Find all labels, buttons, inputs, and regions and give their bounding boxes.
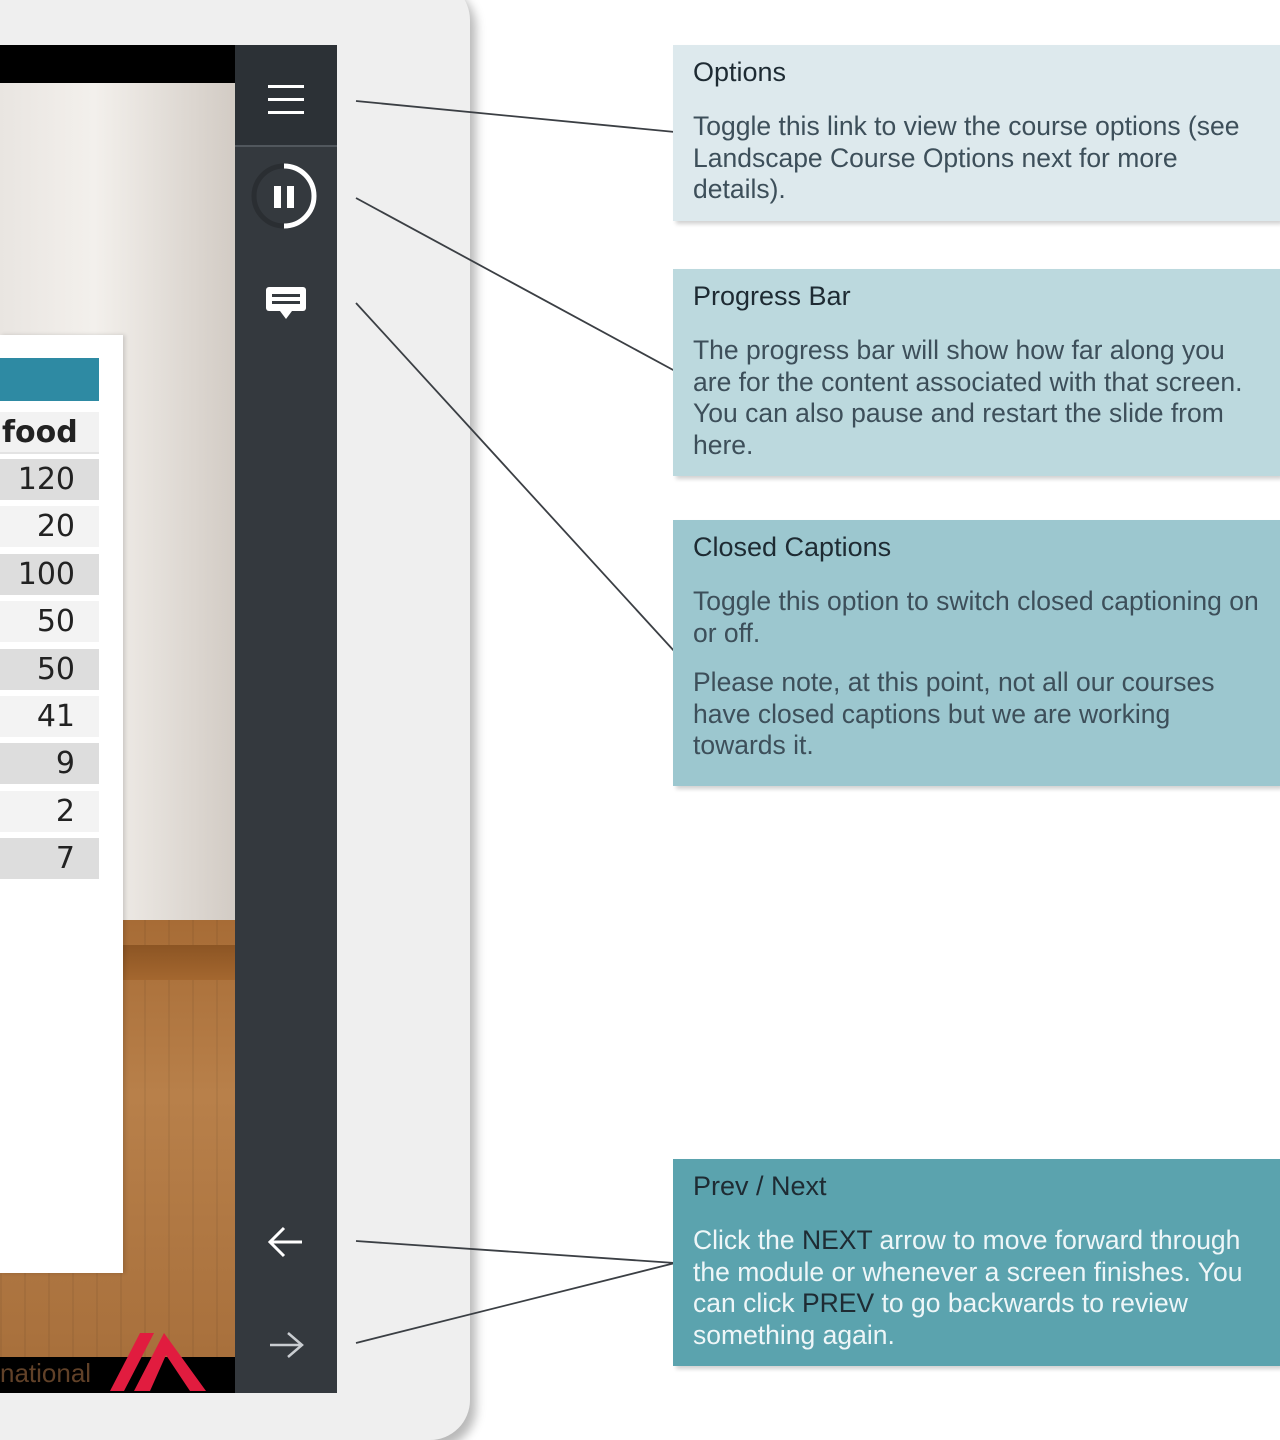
progress-pause-button[interactable] [235, 158, 337, 234]
table-body: 120 20 100 50 50 41 9 2 7 [0, 459, 99, 886]
next-button[interactable] [235, 1323, 337, 1367]
closed-captions-button[interactable] [235, 283, 337, 323]
options-callout-text: Toggle this link to view the course opti… [693, 111, 1240, 204]
arrow-left-icon [267, 1226, 302, 1258]
menu-icon [268, 85, 304, 114]
logo-mark-icon [110, 1333, 206, 1391]
menu-button[interactable] [235, 75, 337, 125]
captions-callout-text-1: Toggle this option to switch closed capt… [693, 586, 1259, 648]
table-row: 100 [0, 553, 99, 595]
logo-text: national [0, 1358, 92, 1388]
table-row: 7 [0, 838, 99, 880]
prev-button[interactable] [235, 1220, 337, 1264]
table-row: 120 [0, 459, 99, 500]
captions-icon [266, 287, 306, 319]
table-row: 50 [0, 648, 99, 690]
arrow-right-icon [270, 1332, 304, 1358]
captions-callout: Closed Captions Toggle this option to sw… [673, 520, 1280, 786]
prev-keyword: PREV [801, 1288, 875, 1318]
table-row: 20 [0, 506, 99, 548]
skirting-board [123, 945, 236, 980]
pause-icon [251, 163, 317, 229]
options-callout: Options Toggle this link to view the cou… [673, 45, 1280, 221]
prevnext-callout-title: Prev / Next [693, 1171, 827, 1201]
progress-callout: Progress Bar The progress bar will show … [673, 269, 1280, 476]
captions-callout-title: Closed Captions [693, 532, 892, 562]
table-header-bar [0, 358, 99, 401]
next-keyword: NEXT [801, 1225, 873, 1255]
progress-callout-text: The progress bar will show how far along… [693, 335, 1243, 460]
captions-callout-text-2: Please note, at this point, not all our … [693, 667, 1215, 760]
table-column-header: food [0, 412, 99, 454]
prevnext-callout: Prev / Next Click the NEXT arrow to move… [673, 1159, 1280, 1366]
table-row: 41 [0, 695, 99, 737]
table-row: 50 [0, 601, 99, 643]
table-row: 2 [0, 790, 99, 832]
prevnext-callout-text: Click the NEXT arrow to move forward thr… [693, 1225, 1243, 1350]
options-callout-title: Options [693, 57, 787, 87]
progress-callout-title: Progress Bar [693, 281, 851, 311]
player-sidebar [235, 45, 337, 1393]
table-row: 9 [0, 743, 99, 785]
